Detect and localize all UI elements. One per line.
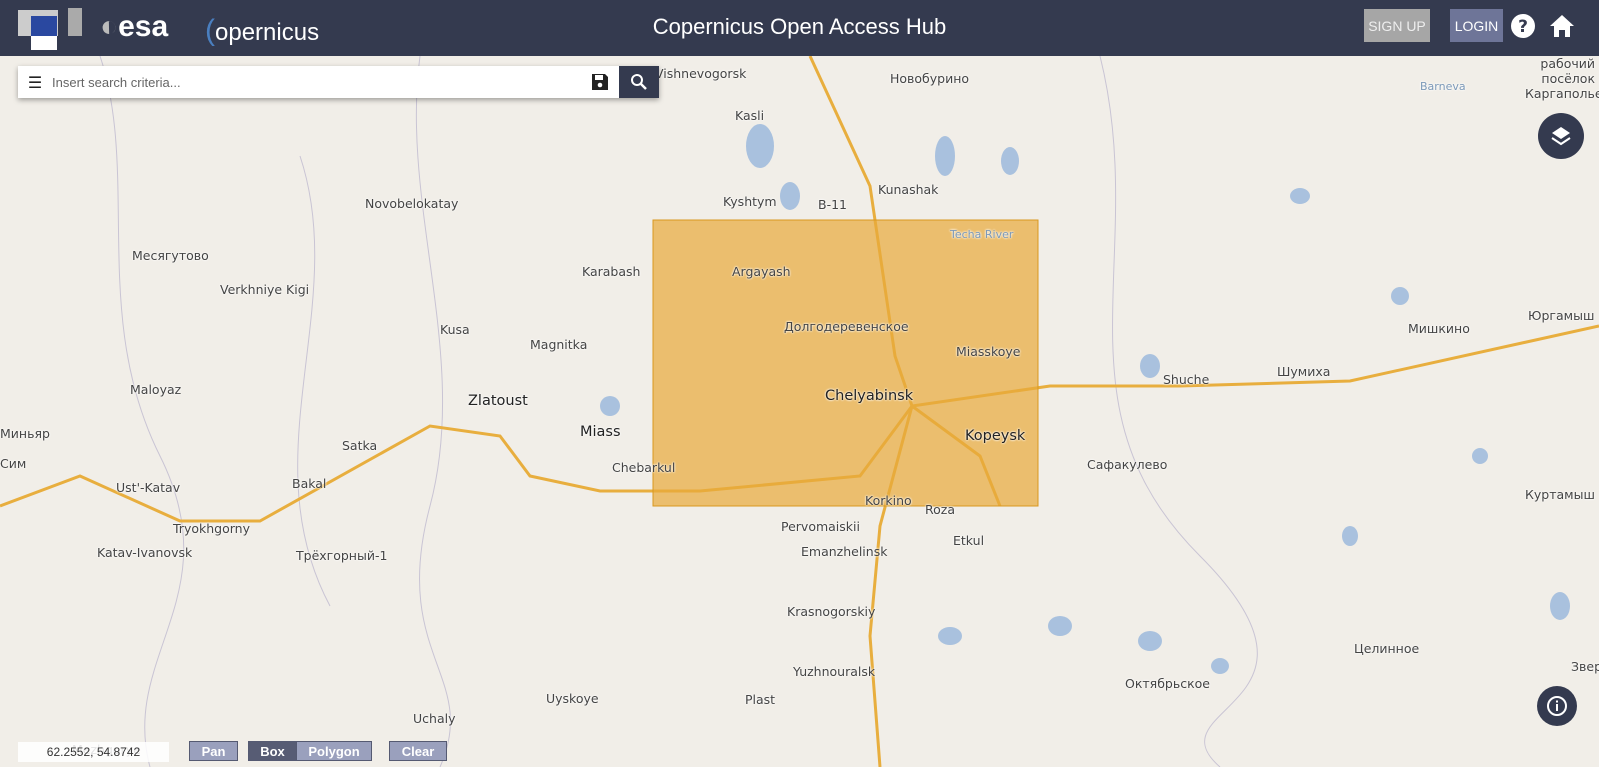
place-label: Целинное: [1354, 641, 1420, 656]
place-label: Uyskoye: [546, 691, 599, 706]
place-label: Kunashak: [878, 182, 939, 197]
place-label: Bakal: [292, 476, 327, 491]
selection-box: [652, 219, 1039, 507]
layers-icon: [1551, 127, 1571, 146]
layers-button[interactable]: [1538, 113, 1584, 159]
place-label: Юргамыш: [1528, 308, 1595, 323]
place-label: Yuzhnouralsk: [793, 664, 876, 679]
place-label: Chebarkul: [612, 460, 676, 475]
place-label: Долгодеревенское: [784, 319, 909, 334]
place-label: Pervomaiskii: [781, 519, 860, 534]
place-label: Shuche: [1163, 372, 1210, 387]
place-label: Мишкино: [1408, 321, 1470, 336]
coordinates-readout: 62.2552, 54.8742: [18, 742, 169, 762]
place-label: Ust'-Katav: [116, 480, 181, 495]
map-canvas: [0, 56, 1599, 767]
place-label: Roza: [925, 502, 955, 517]
place-label: Kasli: [735, 108, 765, 123]
info-button[interactable]: [1537, 686, 1577, 726]
place-label: Katav-Ivanovsk: [97, 545, 193, 560]
place-label: Techa River: [950, 228, 1014, 241]
pan-button[interactable]: Pan: [189, 741, 238, 761]
place-label: Argayash: [732, 264, 791, 279]
login-button[interactable]: LOGIN: [1450, 9, 1503, 42]
place-label: Karabash: [582, 264, 641, 279]
place-label: Barneva: [1420, 80, 1466, 93]
place-label: Verkhniye Kigi: [220, 282, 310, 297]
floppy-disk-icon: [592, 74, 608, 90]
place-label: Октябрьское: [1125, 676, 1210, 691]
place-label: Сафакулево: [1087, 457, 1168, 472]
save-search-button[interactable]: [581, 73, 619, 91]
magnifier-icon: [631, 74, 647, 90]
place-label: Plast: [745, 692, 776, 707]
info-icon: [1547, 696, 1567, 716]
river: [99, 56, 185, 767]
place-label: Korkino: [865, 493, 912, 508]
home-icon[interactable]: [1548, 12, 1576, 40]
place-label: Zlatoust: [468, 393, 528, 409]
svg-text:?: ?: [1518, 17, 1528, 37]
river: [415, 56, 451, 767]
place-label: Трёхгорный-1: [296, 548, 388, 563]
box-button[interactable]: Box: [248, 741, 297, 761]
place-label: Magnitka: [530, 337, 588, 352]
place-label: Kyshtym: [723, 194, 777, 209]
place-label: Miasskoye: [956, 344, 1021, 359]
place-label: Emanzhelinsk: [801, 544, 888, 559]
map[interactable]: Vishnevogorsk Новобурино рабочий посёлок К…: [0, 56, 1599, 767]
help-icon[interactable]: ?: [1509, 12, 1537, 40]
place-label: Chelyabinsk: [825, 388, 914, 404]
place-label: Satka: [342, 438, 378, 453]
place-label: Krasnogorskiy: [787, 604, 876, 619]
search-button[interactable]: [619, 66, 659, 98]
place-label: Etkul: [953, 533, 985, 548]
place-label: Миньяр: [0, 426, 50, 441]
place-label: Tryokhgorny: [173, 521, 250, 536]
place-label: Novobelokatay: [365, 196, 459, 211]
place-label: Vishnevogorsk: [655, 66, 747, 81]
hamburger-menu-icon[interactable]: ☰: [18, 73, 52, 92]
place-label: Сим: [0, 456, 27, 471]
place-label: Новобурино: [890, 71, 970, 86]
place-label: Месягутово: [132, 248, 209, 263]
header: ◐esa (opernicus Copernicus Open Access H…: [0, 0, 1599, 56]
place-label: Kusa: [440, 322, 470, 337]
place-label: рабочий посёлок Каргаполье: [1525, 56, 1599, 101]
place-label: Uchaly: [413, 711, 456, 726]
river: [297, 155, 331, 607]
place-label: Зверь: [1571, 659, 1599, 674]
place-label: B-11: [818, 197, 847, 212]
place-label: Шумиха: [1277, 364, 1331, 379]
place-label: Miass: [580, 424, 621, 440]
place-label: Куртамыш: [1525, 487, 1595, 502]
clear-button[interactable]: Clear: [389, 741, 447, 761]
place-label: Maloyaz: [130, 382, 182, 397]
search-input[interactable]: [52, 67, 581, 97]
page-title: Copernicus Open Access Hub: [652, 14, 947, 39]
search-bar: ☰: [18, 66, 659, 98]
river: [1099, 56, 1258, 767]
polygon-button[interactable]: Polygon: [296, 741, 372, 761]
sign-up-button[interactable]: SIGN UP: [1364, 9, 1430, 42]
place-label: Kopeysk: [965, 428, 1026, 444]
